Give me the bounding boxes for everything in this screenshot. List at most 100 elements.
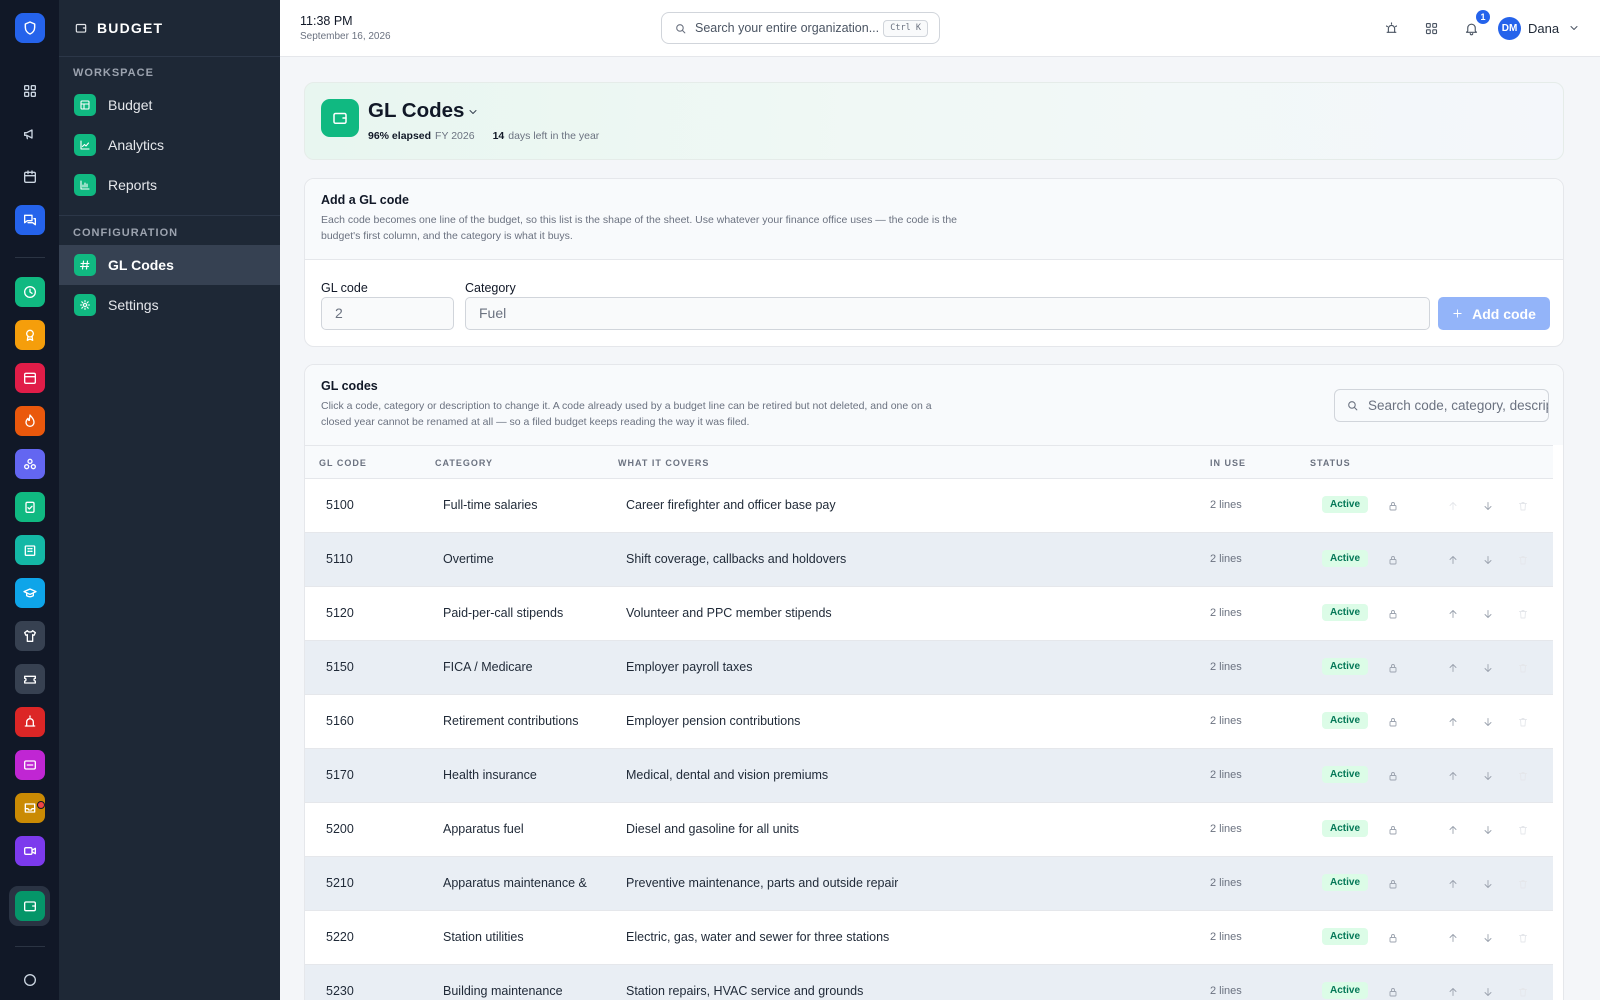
move-down-icon[interactable] xyxy=(1481,553,1495,567)
table-row[interactable]: 5120 Paid-per-call stipends Volunteer and … xyxy=(305,587,1553,641)
shield-logo-icon[interactable] xyxy=(15,13,45,43)
gl-code-cell[interactable]: 5170 xyxy=(326,768,354,782)
shirt-icon[interactable] xyxy=(15,621,45,651)
covers-cell[interactable]: Volunteer and PPC member stipends xyxy=(626,606,832,620)
column-header[interactable]: GL CODE xyxy=(319,458,367,468)
chevron-down-icon[interactable] xyxy=(1568,21,1582,35)
move-down-icon[interactable] xyxy=(1481,607,1495,621)
table-search-input[interactable]: Search code, category, description xyxy=(1334,389,1549,422)
move-up-icon[interactable] xyxy=(1446,769,1460,783)
move-down-icon[interactable] xyxy=(1481,985,1495,999)
building-icon[interactable] xyxy=(15,535,45,565)
award-icon[interactable] xyxy=(15,320,45,350)
table-row[interactable]: 5200 Apparatus fuel Diesel and gasoline fo… xyxy=(305,803,1553,857)
ticket-icon[interactable] xyxy=(15,664,45,694)
table-row[interactable]: 5230 Building maintenance Station repairs,… xyxy=(305,965,1553,1000)
calendar-event-icon[interactable] xyxy=(15,363,45,393)
category-cell[interactable]: Full-time salaries xyxy=(443,498,613,512)
move-up-icon[interactable] xyxy=(1446,931,1460,945)
delete-icon[interactable] xyxy=(1516,499,1530,513)
table-row[interactable]: 5210 Apparatus maintenance & Preventive ma… xyxy=(305,857,1553,911)
gl-code-cell[interactable]: 5160 xyxy=(326,714,354,728)
id-card-icon[interactable] xyxy=(15,750,45,780)
megaphone-icon[interactable] xyxy=(15,119,45,149)
delete-icon[interactable] xyxy=(1516,985,1530,999)
video-icon[interactable] xyxy=(15,836,45,866)
user-name[interactable]: Dana xyxy=(1528,21,1559,36)
calendar-icon[interactable] xyxy=(15,162,45,192)
gl-code-cell[interactable]: 5230 xyxy=(326,984,354,998)
gl-code-cell[interactable]: 5120 xyxy=(326,606,354,620)
sidebar-item-settings[interactable]: Settings xyxy=(59,285,280,325)
table-row[interactable]: 5110 Overtime Shift coverage, callbacks an… xyxy=(305,533,1553,587)
delete-icon[interactable] xyxy=(1516,931,1530,945)
gl-code-cell[interactable]: 5150 xyxy=(326,660,354,674)
table-row[interactable]: 5160 Retirement contributions Employer pen… xyxy=(305,695,1553,749)
move-down-icon[interactable] xyxy=(1481,823,1495,837)
move-down-icon[interactable] xyxy=(1481,661,1495,675)
move-up-icon[interactable] xyxy=(1446,499,1460,513)
column-header[interactable]: IN USE xyxy=(1210,458,1246,468)
move-down-icon[interactable] xyxy=(1481,715,1495,729)
move-down-icon[interactable] xyxy=(1481,877,1495,891)
covers-cell[interactable]: Medical, dental and vision premiums xyxy=(626,768,828,782)
move-up-icon[interactable] xyxy=(1446,985,1460,999)
delete-icon[interactable] xyxy=(1516,607,1530,621)
table-row[interactable]: 5100 Full-time salaries Career firefighter… xyxy=(305,479,1553,533)
sidebar-item-gl-codes[interactable]: GL Codes xyxy=(59,245,280,285)
move-down-icon[interactable] xyxy=(1481,769,1495,783)
sidebar-item-reports[interactable]: Reports xyxy=(59,165,280,205)
chevron-down-icon[interactable] xyxy=(467,105,481,119)
delete-icon[interactable] xyxy=(1516,823,1530,837)
graduation-cap-icon[interactable] xyxy=(15,578,45,608)
table-row[interactable]: 5170 Health insurance Medical, dental and … xyxy=(305,749,1553,803)
delete-icon[interactable] xyxy=(1516,553,1530,567)
apps-grid-icon[interactable] xyxy=(1422,19,1440,37)
column-header[interactable]: CATEGORY xyxy=(435,458,493,468)
gl-code-cell[interactable]: 5200 xyxy=(326,822,354,836)
clock-icon[interactable] xyxy=(15,277,45,307)
delete-icon[interactable] xyxy=(1516,661,1530,675)
covers-cell[interactable]: Employer payroll taxes xyxy=(626,660,752,674)
covers-cell[interactable]: Employer pension contributions xyxy=(626,714,800,728)
covers-cell[interactable]: Shift coverage, callbacks and holdovers xyxy=(626,552,846,566)
flame-icon[interactable] xyxy=(15,406,45,436)
category-cell[interactable]: Paid-per-call stipends xyxy=(443,606,613,620)
network-icon[interactable] xyxy=(15,449,45,479)
covers-cell[interactable]: Preventive maintenance, parts and outsid… xyxy=(626,876,898,890)
clipboard-check-icon[interactable] xyxy=(15,492,45,522)
move-up-icon[interactable] xyxy=(1446,877,1460,891)
covers-cell[interactable]: Career firefighter and officer base pay xyxy=(626,498,836,512)
gl-code-cell[interactable]: 5100 xyxy=(326,498,354,512)
category-cell[interactable]: Apparatus fuel xyxy=(443,822,613,836)
category-cell[interactable]: Building maintenance xyxy=(443,984,613,998)
gl-code-cell[interactable]: 5220 xyxy=(326,930,354,944)
sidebar-item-analytics[interactable]: Analytics xyxy=(59,125,280,165)
gl-code-input[interactable]: 2 xyxy=(321,297,454,330)
wallet-icon[interactable] xyxy=(15,891,45,921)
delete-icon[interactable] xyxy=(1516,715,1530,729)
category-cell[interactable]: Health insurance xyxy=(443,768,613,782)
category-cell[interactable]: Retirement contributions xyxy=(443,714,613,728)
category-cell[interactable]: Apparatus maintenance & xyxy=(443,876,613,890)
category-input[interactable]: Fuel xyxy=(465,297,1430,330)
covers-cell[interactable]: Diesel and gasoline for all units xyxy=(626,822,799,836)
help-icon[interactable] xyxy=(15,965,45,995)
move-up-icon[interactable] xyxy=(1446,607,1460,621)
covers-cell[interactable]: Electric, gas, water and sewer for three… xyxy=(626,930,889,944)
sidebar-item-budget[interactable]: Budget xyxy=(59,85,280,125)
table-row[interactable]: 5150 FICA / Medicare Employer payroll taxe… xyxy=(305,641,1553,695)
siren-icon[interactable] xyxy=(1382,19,1400,37)
delete-icon[interactable] xyxy=(1516,877,1530,891)
table-row[interactable]: 5220 Station utilities Electric, gas, wate… xyxy=(305,911,1553,965)
move-up-icon[interactable] xyxy=(1446,715,1460,729)
move-up-icon[interactable] xyxy=(1446,661,1460,675)
covers-cell[interactable]: Station repairs, HVAC service and ground… xyxy=(626,984,863,998)
gl-code-cell[interactable]: 5110 xyxy=(326,552,353,566)
gl-code-cell[interactable]: 5210 xyxy=(326,876,354,890)
move-up-icon[interactable] xyxy=(1446,823,1460,837)
global-search-input[interactable]: Search your entire organization... Ctrl … xyxy=(661,12,940,44)
chat-icon[interactable] xyxy=(15,205,45,235)
category-cell[interactable]: FICA / Medicare xyxy=(443,660,613,674)
move-down-icon[interactable] xyxy=(1481,931,1495,945)
